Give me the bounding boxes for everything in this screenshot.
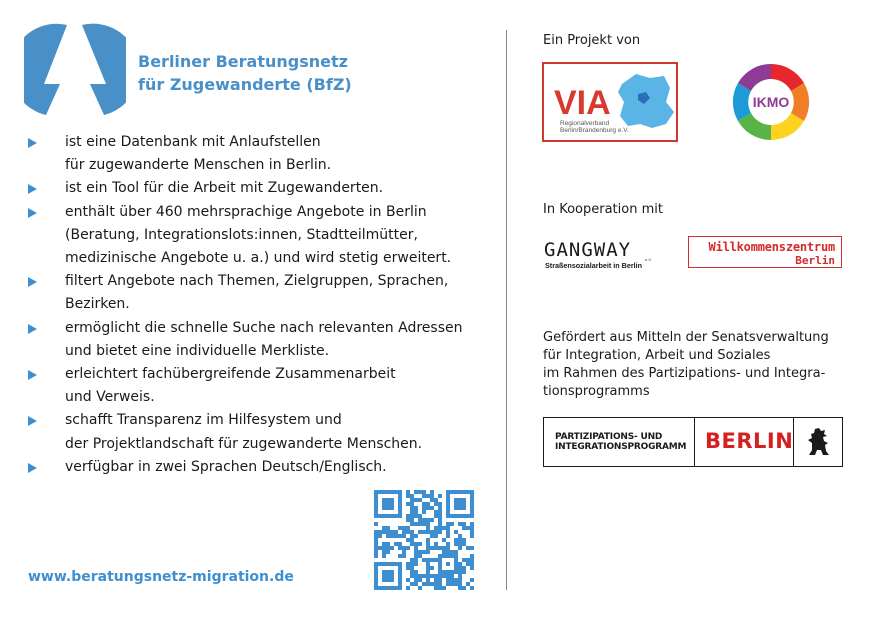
ikmo-logo: IKMO [732,63,810,141]
via-logo: VIA Regionalverband Berlin/Brandenburg e… [542,62,678,142]
feature-list: ist eine Datenbank mit Anlaufstellen für … [28,131,478,479]
program-divider [694,418,695,466]
program-name: PARTIZIPATIONS- UND INTEGRATIONSPROGRAMM [555,432,686,452]
gangway-logo: GANGWAY e.V. Straßensozialarbeit in Berl… [544,239,652,270]
feature-item: schafft Transparenz im Hilfesystem und de… [28,409,478,455]
bullet-arrow-icon [28,277,37,288]
feature-text: Bezirken. [65,296,130,313]
program-line2: INTEGRATIONSPROGRAMM [555,442,687,452]
gangway-wordmark: GANGWAY [544,239,631,261]
feature-text: und Verweis. [65,389,155,406]
via-line2: Berlin/Brandenburg e.V. [560,127,629,134]
qr-code-icon[interactable] [374,490,474,590]
feature-text: der Projektlandschaft für zugewanderte M… [65,435,423,452]
bullet-arrow-icon [28,370,37,381]
feature-text: enthält über 460 mehrsprachige Angebote … [65,203,427,220]
funding-line: für Integration, Arbeit und Soziales [543,348,771,363]
berlin-wordmark: BERLIN [705,429,794,453]
bullet-arrow-icon [28,416,37,427]
bullet-arrow-icon [28,138,37,148]
feature-item: enthält über 460 mehrsprachige Angebote … [28,201,478,271]
feature-text: (Beratung, Integrationslots:innen, Stadt… [65,226,418,243]
org-name-line2: für Zugewanderte (BfZ) [138,75,352,94]
feature-item: filtert Angebote nach Themen, Zielgruppe… [28,270,478,316]
program-logo: PARTIZIPATIONS- UND INTEGRATIONSPROGRAMM… [543,417,843,467]
via-wordmark: VIA [554,84,611,122]
feature-text: verfügbar in zwei Sprachen Deutsch/Engli… [65,458,387,475]
org-name: Berliner Beratungsnetz für Zugewanderte … [138,50,352,96]
bullet-arrow-icon [28,207,37,218]
column-divider [506,30,507,590]
bullet-arrow-icon [28,184,37,195]
feature-text: erleichtert fachübergreifende Zusammenar… [65,366,396,383]
via-line1: Regionalverband [560,120,610,127]
feature-item: ist eine Datenbank mit Anlaufstellen für … [28,131,478,177]
feature-item: erleichtert fachübergreifende Zusammenar… [28,363,478,409]
feature-text: ist ein Tool für die Arbeit mit Zugewand… [65,180,384,197]
org-name-line1: Berliner Beratungsnetz [138,52,348,71]
feature-text: schafft Transparenz im Hilfesystem und [65,412,342,429]
berlin-bear-icon [808,428,829,455]
feature-text: und bietet eine individuelle Merkliste. [65,342,330,359]
website-link[interactable]: www.beratungsnetz-migration.de [28,569,294,585]
bullet-arrow-icon [28,462,37,473]
cooperation-heading: In Kooperation mit [543,202,663,217]
willkommen-line2: Berlin [795,254,835,267]
feature-item: verfügbar in zwei Sprachen Deutsch/Engli… [28,456,478,479]
gangway-suffix: e.V. [645,257,652,262]
feature-text: für zugewanderte Menschen in Berlin. [65,157,332,174]
program-line1: PARTIZIPATIONS- UND [555,432,663,442]
funding-statement: Gefördert aus Mitteln der Senatsverwaltu… [543,329,843,401]
feature-text: medizinische Angebote u. a.) und wird st… [65,250,452,267]
willkommenszentrum-logo: Willkommenszentrum Berlin [688,236,842,268]
feature-text: filtert Angebote nach Themen, Zielgruppe… [65,273,449,290]
ikmo-label: IKMO [753,94,790,110]
willkommen-line1: Willkommenszentrum [708,240,836,254]
feature-text: ist eine Datenbank mit Anlaufstellen [65,134,321,150]
program-divider [793,418,794,466]
gangway-tagline: Straßensozialarbeit in Berlin [545,261,642,270]
funding-line: im Rahmen des Partizipations- und Integr… [543,366,826,381]
bullet-arrow-icon [28,323,37,334]
feature-item: ermöglicht die schnelle Suche nach relev… [28,317,478,363]
feature-item: ist ein Tool für die Arbeit mit Zugewand… [28,177,478,200]
funding-line: tionsprogramms [543,384,650,399]
project-heading: Ein Projekt von [543,33,641,48]
bfz-logo-icon [24,23,126,115]
funding-line: Gefördert aus Mitteln der Senatsverwaltu… [543,330,829,345]
feature-text: ermöglicht die schnelle Suche nach relev… [65,319,463,336]
